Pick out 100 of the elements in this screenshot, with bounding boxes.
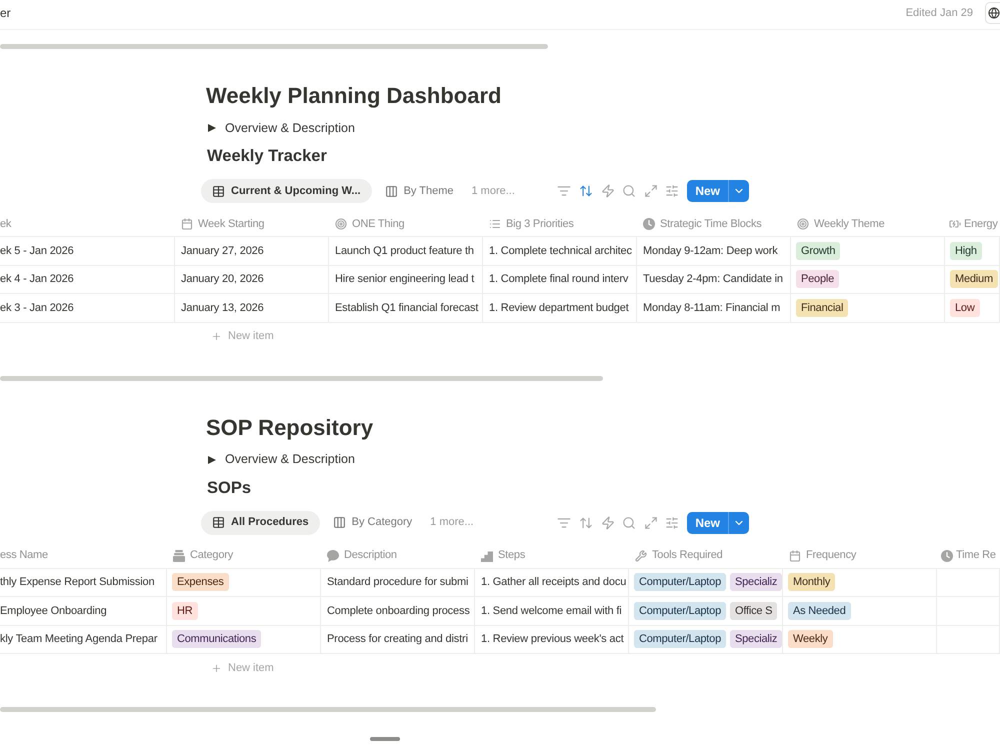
search-icon[interactable] [622,516,636,530]
table-icon [212,184,225,198]
new-dropdown-button[interactable] [728,180,749,202]
table-cell: Standard procedure for submi [321,568,475,596]
target-icon [335,218,347,230]
select-tag: Office S [730,602,778,620]
table-icon [212,516,225,529]
stacked-boxes-icon [173,550,185,562]
sort-icon[interactable] [578,516,593,530]
table-cell: Establish Q1 financial forecast [329,294,483,322]
lightning-icon[interactable] [600,184,615,198]
more-views-link[interactable]: 1 more... [430,514,474,531]
calendar-icon [181,218,193,230]
plus-icon [211,331,222,342]
column-header[interactable]: ess Name [0,544,167,568]
table-cell: 1. Review department budget [483,294,637,322]
battery-icon [949,218,961,230]
horizontal-scrollbar[interactable] [0,44,548,49]
column-header[interactable]: Category [167,544,321,568]
column-header[interactable]: Energy [945,212,1000,236]
select-tag: High [950,242,982,260]
select-tag: Financial [796,298,848,317]
table-cell: Monday 9-12am: Deep work [637,237,791,264]
expand-icon[interactable] [644,184,658,198]
sort-icon[interactable] [578,184,593,198]
horizontal-scrollbar[interactable] [0,707,656,712]
wrench-icon [635,550,647,562]
table-cell: 1. Complete final round interv [483,266,637,293]
select-tag: Expenses [172,573,229,592]
columns-icon [332,516,346,529]
target-icon [797,218,809,230]
home-indicator [370,737,400,741]
view-tab[interactable]: Current & Upcoming W... [201,179,372,203]
filter-icon[interactable] [557,516,572,530]
breadcrumb-link[interactable]: er [0,4,11,22]
column-header[interactable]: Weekly Theme [791,212,945,236]
select-tag: Low [950,298,980,317]
select-tag: As Needed [788,602,851,620]
new-item-button[interactable]: New item [211,660,274,676]
table-cell: Employee Onboarding [0,597,167,624]
column-header[interactable]: Frequency [783,544,937,568]
new-dropdown-button[interactable] [728,512,749,534]
table-cell: January 13, 2026 [175,294,329,322]
view-tab[interactable]: All Procedures [201,510,320,534]
new-button[interactable]: New [687,512,728,534]
toggle-button[interactable]: Overview & Description [208,118,355,138]
table-cell: ek 4 - Jan 2026 [0,266,175,293]
select-tag: Computer/Laptop [634,630,726,648]
new-button[interactable]: New [687,180,728,202]
table-cell: kly Team Meeting Agenda Prepar [0,626,167,653]
select-tag: Specializ [730,573,782,592]
lightning-icon[interactable] [600,516,615,530]
database-title: SOPs [207,478,252,498]
column-header[interactable]: ONE Thing [329,212,483,236]
column-header[interactable]: Week Starting [175,212,329,236]
table-cell: Monday 8-11am: Financial m [637,294,791,322]
view-tab[interactable]: By Category [322,510,424,534]
table-cell: Complete onboarding process [321,597,475,624]
select-tag: HR [172,602,198,620]
column-header[interactable]: Strategic Time Blocks [637,212,791,236]
search-icon[interactable] [622,184,636,198]
plus-icon [211,662,222,674]
column-header[interactable]: Tools Required [629,544,783,568]
column-header[interactable]: Time Re [937,544,1000,568]
settings-icon[interactable] [665,516,680,530]
clock-icon [643,218,655,230]
globe-icon [988,7,1000,19]
column-header[interactable]: Steps [475,544,629,568]
table-cell: January 20, 2026 [175,266,329,293]
column-header[interactable]: Description [321,544,475,568]
settings-icon[interactable] [665,184,680,198]
horizontal-scrollbar[interactable] [0,376,603,380]
table-cell: 1. Complete technical architec [483,237,637,264]
clock-icon [941,550,953,562]
select-tag: Growth [796,242,840,260]
table-cell: Launch Q1 product feature th [329,237,483,264]
table-cell: ek 5 - Jan 2026 [0,237,175,264]
expand-icon[interactable] [644,516,658,530]
select-tag: Communications [172,630,262,648]
table-cell: 1. Send welcome email with fi [475,597,629,624]
edited-timestamp: Edited Jan 29 [906,6,973,21]
column-header[interactable]: Big 3 Priorities [483,212,637,236]
page-title: Weekly Planning Dashboard [206,82,502,110]
new-item-button[interactable]: New item [211,328,274,345]
calendar-icon [789,550,801,562]
table-cell: 1. Gather all receipts and docu [475,568,629,596]
select-tag: Weekly [788,630,833,648]
select-tag: Computer/Laptop [634,602,726,620]
page-title: SOP Repository [206,414,374,442]
stairs-icon [481,550,493,562]
view-tab[interactable]: By Theme [374,179,464,203]
table-cell: Hire senior engineering lead t [329,266,483,293]
table-cell: Process for creating and distri [321,626,475,653]
table-cell: thly Expense Report Submission [0,568,167,596]
column-header[interactable]: ek [0,212,175,236]
toggle-button[interactable]: Overview & Description [208,450,355,470]
speech-bubble-icon [327,550,339,562]
globe-button[interactable] [985,2,1000,24]
filter-icon[interactable] [557,184,572,198]
more-views-link[interactable]: 1 more... [472,182,515,200]
